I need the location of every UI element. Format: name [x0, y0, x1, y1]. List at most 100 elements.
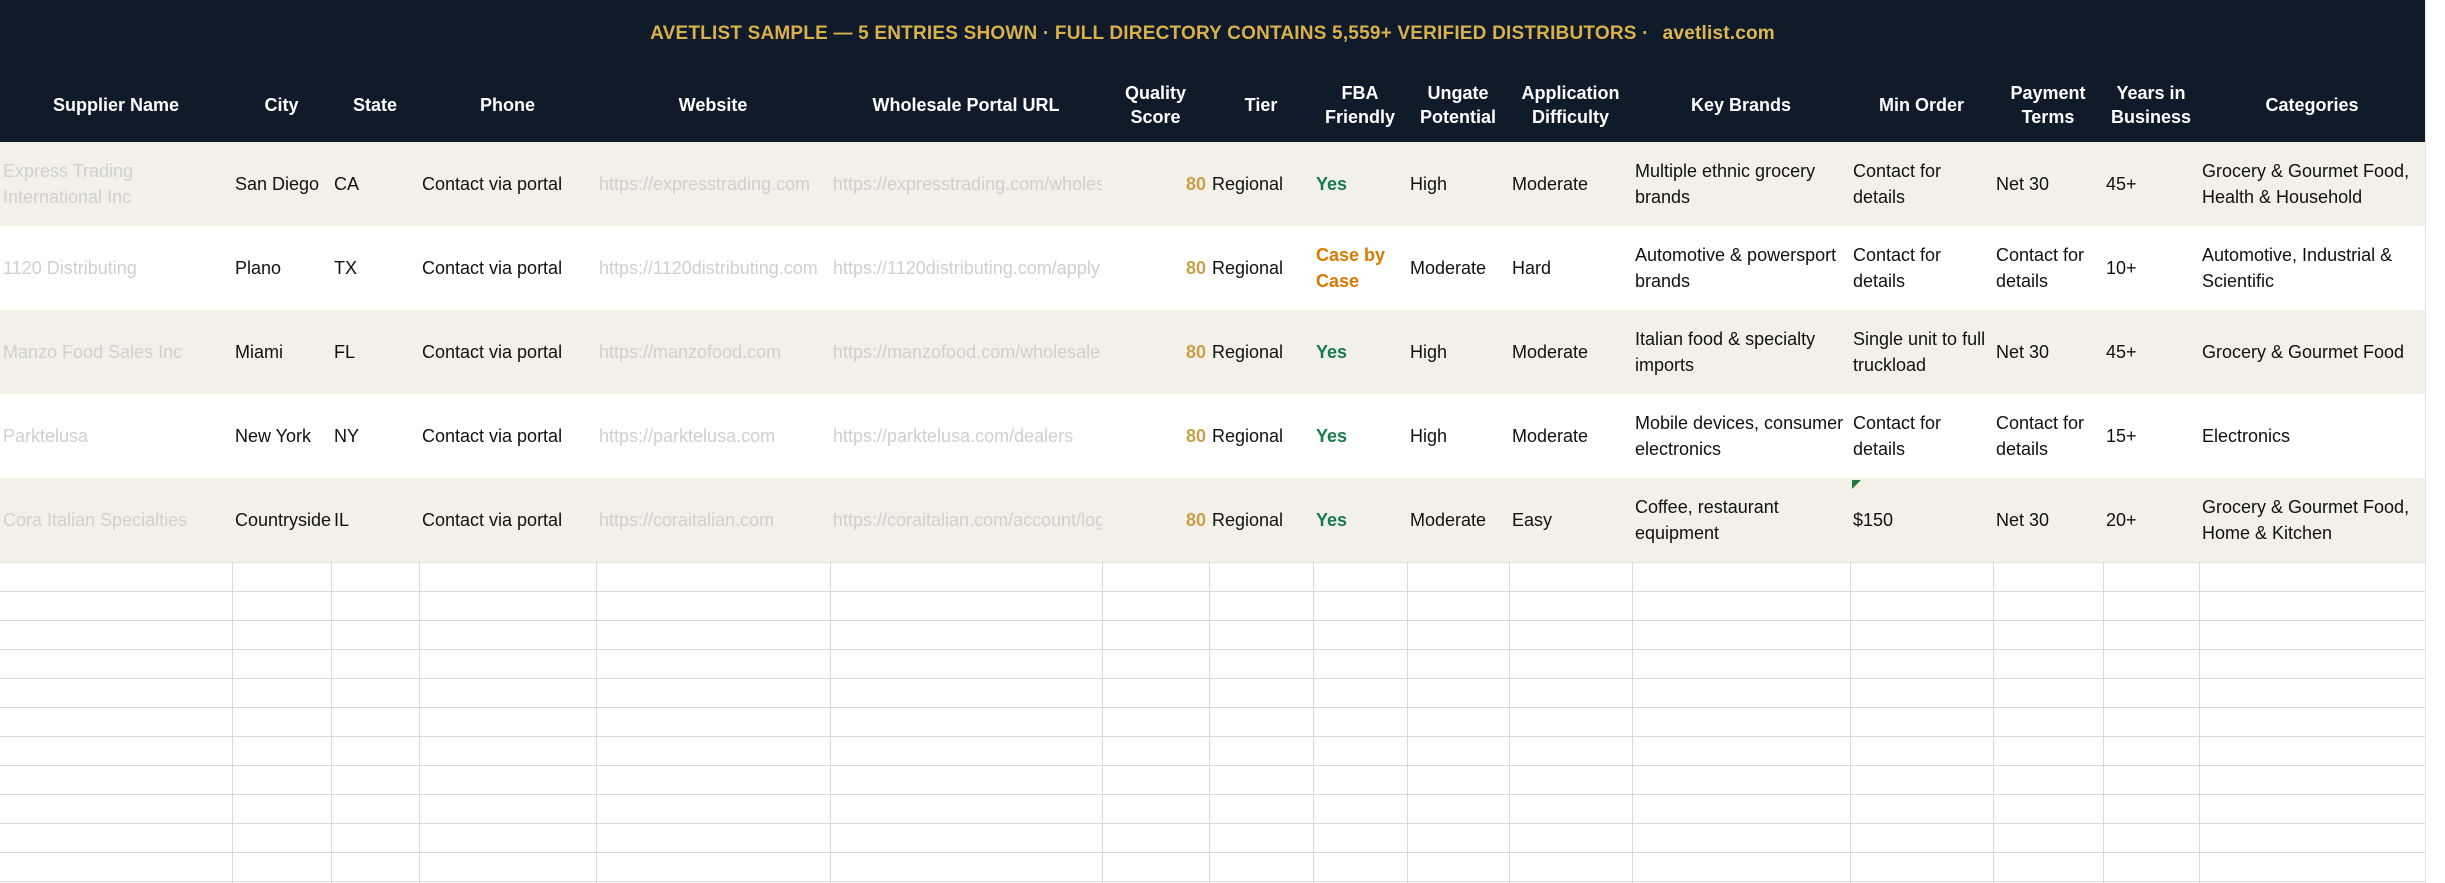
header-city[interactable]: City [232, 68, 331, 142]
cell-min-order[interactable]: Contact for details [1850, 226, 1993, 310]
cell-tier[interactable]: Regional [1209, 394, 1313, 478]
cell-years-in-business[interactable]: 45+ [2103, 310, 2199, 394]
cell-key-brands[interactable]: Multiple ethnic grocery brands [1632, 142, 1850, 226]
cell-state[interactable]: FL [331, 310, 419, 394]
cell-categories[interactable]: Electronics [2199, 394, 2425, 478]
cell-supplier-name[interactable]: Manzo Food Sales Inc [0, 310, 232, 394]
header-application-difficulty[interactable]: Application Difficulty [1509, 68, 1632, 142]
header-years-in-business[interactable]: Years in Business [2103, 68, 2199, 142]
cell-quality-score[interactable]: 80 [1102, 394, 1209, 478]
header-phone[interactable]: Phone [419, 68, 596, 142]
cell-categories[interactable]: Grocery & Gourmet Food, Home & Kitchen [2199, 478, 2425, 562]
cell-min-order[interactable]: Contact for details [1850, 394, 1993, 478]
cell-application-difficulty[interactable]: Moderate [1509, 142, 1632, 226]
cell-min-order[interactable]: Contact for details [1850, 142, 1993, 226]
cell-wholesale-portal-url[interactable]: https://parktelusa.com/dealers [830, 394, 1102, 478]
cell-fba-friendly[interactable]: Yes [1313, 394, 1407, 478]
cell-supplier-name[interactable]: 1120 Distributing [0, 226, 232, 310]
cell-fba-friendly[interactable]: Yes [1313, 310, 1407, 394]
header-ungate-potential[interactable]: Ungate Potential [1407, 68, 1509, 142]
cell-quality-score[interactable]: 80 [1102, 310, 1209, 394]
cell-tier[interactable]: Regional [1209, 478, 1313, 562]
cell-payment-terms[interactable]: Net 30 [1993, 142, 2103, 226]
cell-fba-friendly[interactable]: Yes [1313, 142, 1407, 226]
cell-state[interactable]: IL [331, 478, 419, 562]
table-row[interactable]: Manzo Food Sales Inc Miami FL Contact via p… [0, 310, 2425, 395]
cell-key-brands[interactable]: Automotive & powersport brands [1632, 226, 1850, 310]
cell-city[interactable]: Miami [232, 310, 331, 394]
cell-supplier-name[interactable]: Express Trading International Inc [0, 142, 232, 226]
cell-fba-friendly[interactable]: Case by Case [1313, 226, 1407, 310]
header-categories[interactable]: Categories [2199, 68, 2425, 142]
header-supplier-name[interactable]: Supplier Name [0, 68, 232, 142]
table-row[interactable]: Cora Italian Specialties Countryside IL Con… [0, 478, 2425, 563]
cell-tier[interactable]: Regional [1209, 142, 1313, 226]
cell-min-order[interactable]: Single unit to full truckload [1850, 310, 1993, 394]
cell-payment-terms[interactable]: Contact for details [1993, 394, 2103, 478]
cell-categories[interactable]: Grocery & Gourmet Food, Health & Househo… [2199, 142, 2425, 226]
cell-website[interactable]: https://expresstrading.com [596, 142, 830, 226]
cell-phone[interactable]: Contact via portal [419, 142, 596, 226]
cell-application-difficulty[interactable]: Moderate [1509, 310, 1632, 394]
header-quality-score[interactable]: Quality Score [1102, 68, 1209, 142]
cell-city[interactable]: New York [232, 394, 331, 478]
header-key-brands[interactable]: Key Brands [1632, 68, 1850, 142]
cell-years-in-business[interactable]: 20+ [2103, 478, 2199, 562]
cell-quality-score[interactable]: 80 [1102, 478, 1209, 562]
cell-application-difficulty[interactable]: Easy [1509, 478, 1632, 562]
cell-wholesale-portal-url[interactable]: https://1120distributing.com/apply [830, 226, 1102, 310]
cell-wholesale-portal-url[interactable]: https://expresstrading.com/wholesale [830, 142, 1102, 226]
cell-key-brands[interactable]: Italian food & specialty imports [1632, 310, 1850, 394]
cell-categories[interactable]: Automotive, Industrial & Scientific [2199, 226, 2425, 310]
cell-state[interactable]: NY [331, 394, 419, 478]
cell-phone[interactable]: Contact via portal [419, 310, 596, 394]
spreadsheet[interactable]: AVETLIST SAMPLE — 5 ENTRIES SHOWN · FULL… [0, 0, 2425, 883]
cell-city[interactable]: Countryside [232, 478, 331, 562]
header-payment-terms[interactable]: Payment Terms [1993, 68, 2103, 142]
cell-ungate-potential[interactable]: High [1407, 310, 1509, 394]
cell-website[interactable]: https://parktelusa.com [596, 394, 830, 478]
cell-ungate-potential[interactable]: High [1407, 142, 1509, 226]
cell-payment-terms[interactable]: Net 30 [1993, 310, 2103, 394]
cell-payment-terms[interactable]: Net 30 [1993, 478, 2103, 562]
cell-city[interactable]: San Diego [232, 142, 331, 226]
cell-years-in-business[interactable]: 45+ [2103, 142, 2199, 226]
cell-phone[interactable]: Contact via portal [419, 394, 596, 478]
cell-wholesale-portal-url[interactable]: https://manzofood.com/wholesale [830, 310, 1102, 394]
cell-quality-score[interactable]: 80 [1102, 142, 1209, 226]
header-fba-friendly[interactable]: FBA Friendly [1313, 68, 1407, 142]
cell-fba-friendly[interactable]: Yes [1313, 478, 1407, 562]
cell-quality-score[interactable]: 80 [1102, 226, 1209, 310]
cell-min-order[interactable]: $150 [1850, 478, 1993, 562]
cell-city[interactable]: Plano [232, 226, 331, 310]
cell-tier[interactable]: Regional [1209, 310, 1313, 394]
cell-categories[interactable]: Grocery & Gourmet Food [2199, 310, 2425, 394]
header-tier[interactable]: Tier [1209, 68, 1313, 142]
cell-phone[interactable]: Contact via portal [419, 226, 596, 310]
table-row[interactable]: Parktelusa New York NY Contact via portal ht… [0, 394, 2425, 479]
cell-tier[interactable]: Regional [1209, 226, 1313, 310]
table-row[interactable]: Express Trading International Inc San Die… [0, 142, 2425, 227]
cell-website[interactable]: https://1120distributing.com [596, 226, 830, 310]
cell-wholesale-portal-url[interactable]: https://coraitalian.com/account/login [830, 478, 1102, 562]
cell-key-brands[interactable]: Mobile devices, consumer electronics [1632, 394, 1850, 478]
cell-supplier-name[interactable]: Cora Italian Specialties [0, 478, 232, 562]
cell-phone[interactable]: Contact via portal [419, 478, 596, 562]
cell-years-in-business[interactable]: 10+ [2103, 226, 2199, 310]
cell-ungate-potential[interactable]: Moderate [1407, 478, 1509, 562]
cell-website[interactable]: https://coraitalian.com [596, 478, 830, 562]
cell-years-in-business[interactable]: 15+ [2103, 394, 2199, 478]
cell-application-difficulty[interactable]: Moderate [1509, 394, 1632, 478]
header-state[interactable]: State [331, 68, 419, 142]
cell-supplier-name[interactable]: Parktelusa [0, 394, 232, 478]
cell-ungate-potential[interactable]: High [1407, 394, 1509, 478]
cell-application-difficulty[interactable]: Hard [1509, 226, 1632, 310]
cell-key-brands[interactable]: Coffee, restaurant equipment [1632, 478, 1850, 562]
cell-website[interactable]: https://manzofood.com [596, 310, 830, 394]
header-wholesale-portal-url[interactable]: Wholesale Portal URL [830, 68, 1102, 142]
cell-payment-terms[interactable]: Contact for details [1993, 226, 2103, 310]
table-row[interactable]: 1120 Distributing Plano TX Contact via port… [0, 226, 2425, 311]
header-min-order[interactable]: Min Order [1850, 68, 1993, 142]
header-website[interactable]: Website [596, 68, 830, 142]
cell-ungate-potential[interactable]: Moderate [1407, 226, 1509, 310]
